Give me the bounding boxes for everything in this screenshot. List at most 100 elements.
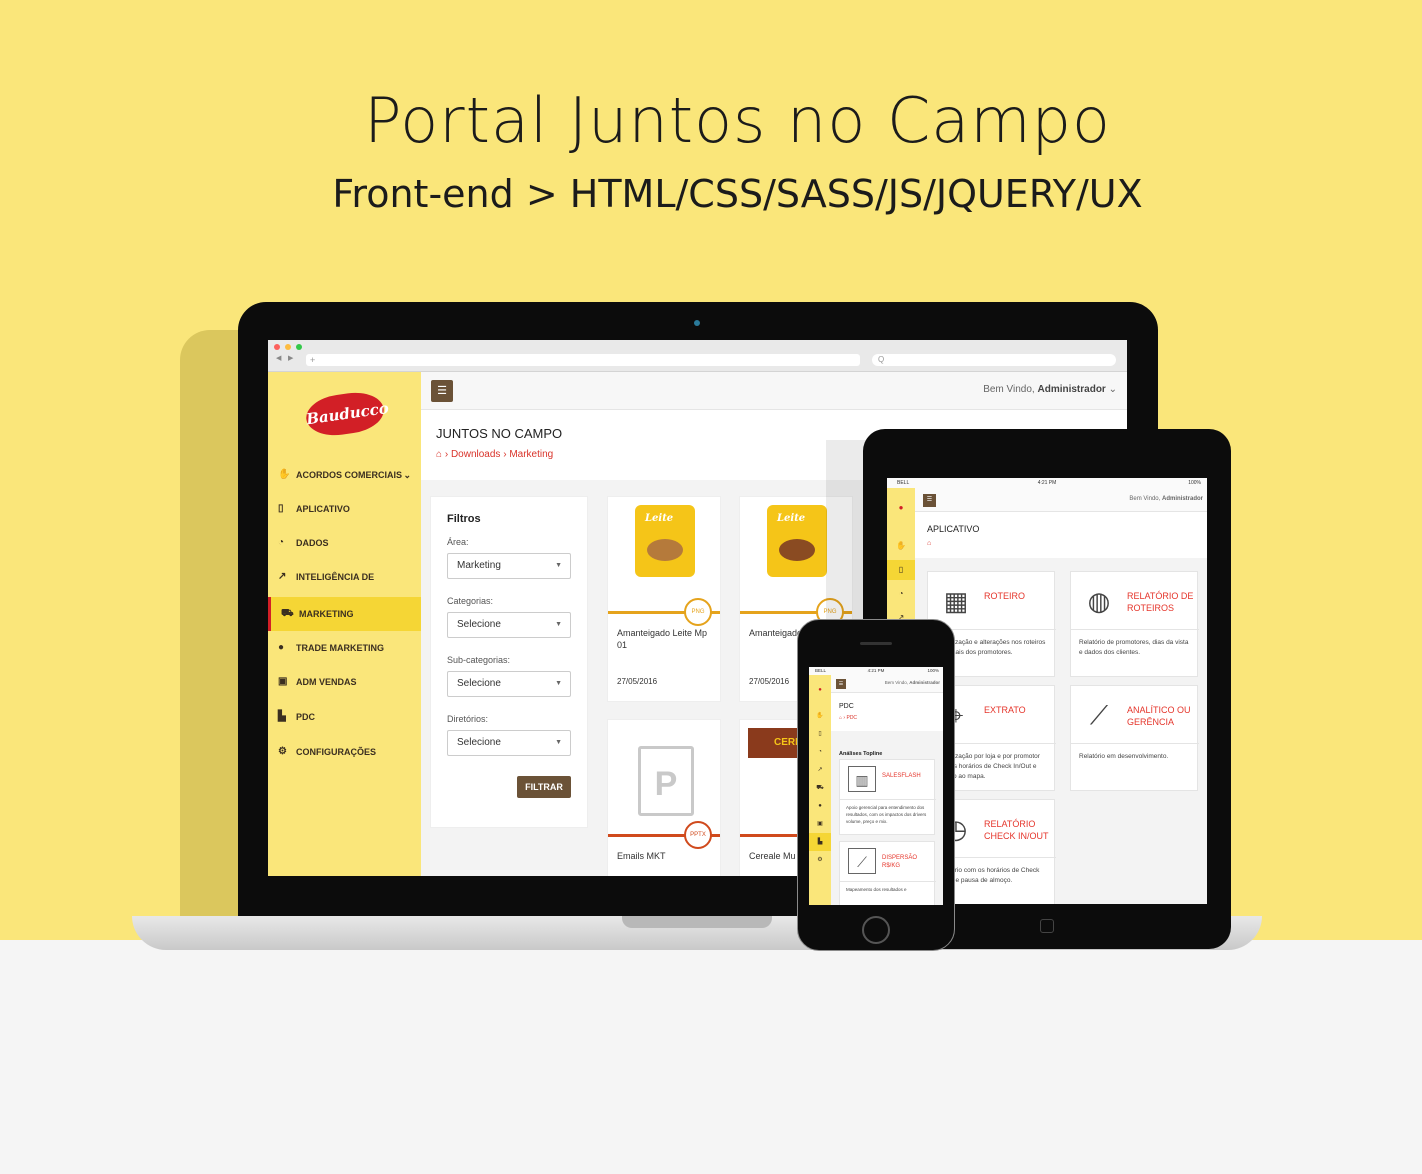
mobile-icon[interactable]: ▯ (809, 725, 831, 743)
pdc-card-dispersao[interactable]: ⟋ DISPERSÃO R$/KG Mapeamento dos resultad… (839, 841, 936, 905)
mobile-icon[interactable]: ▯ (887, 560, 915, 580)
briefcase-icon: ▣ (278, 676, 288, 687)
file-type-badge: PPTX (684, 821, 712, 849)
sidebar-item-label: TRADE MARKETING (296, 643, 384, 653)
sidebar: Bauducco ✋ ACORDOS COMERCIAIS ⌄ ▯ APLICA… (268, 372, 421, 876)
pdc-card-salesflash[interactable]: ▥ SALESFLASH Apoio gerencial para entendi… (839, 759, 936, 835)
subcategorias-label: Sub-categorias: (447, 655, 511, 665)
sidebar-item-marketing[interactable]: ⛟ MARKETING (268, 597, 421, 631)
sidebar-item-aplicativo[interactable]: ▯ APLICATIVO (268, 492, 421, 526)
bar-chart-icon[interactable]: ▙ (809, 833, 831, 851)
file-type-badge: PNG (684, 598, 712, 626)
file-card[interactable]: Leite PNG Amanteigado Leite Mp 01 27/05/… (607, 496, 721, 702)
handshake-icon[interactable]: ✋ (809, 707, 831, 725)
address-bar[interactable]: + (306, 354, 860, 366)
area-label: Área: (447, 537, 469, 547)
welcome-prefix: Bem Vindo, (1129, 496, 1161, 502)
phone-speaker (860, 642, 892, 645)
bauducco-logo[interactable]: Bauducco (303, 388, 390, 440)
card-title: EXTRATO (984, 705, 1026, 715)
subcategorias-select[interactable]: Selecione ▼ (447, 671, 571, 697)
cart-icon[interactable]: ⛟ (809, 779, 831, 797)
close-dot-icon[interactable] (274, 344, 280, 350)
card-title: ROTEIRO (984, 591, 1026, 601)
gear-icon[interactable]: ⚙ (809, 851, 831, 869)
diretorios-select-value: Selecione (457, 737, 501, 748)
user-menu[interactable]: Bem Vindo, Administrador ⌄ (983, 384, 1117, 395)
area-select[interactable]: Marketing ▼ (447, 553, 571, 579)
phone-home-button[interactable] (862, 916, 890, 944)
hamburger-menu-button[interactable]: ☰ (431, 380, 453, 402)
breadcrumb-pdc[interactable]: PDC (846, 715, 857, 721)
pack-label: Leite (645, 513, 674, 524)
phone-page-header: PDC ⌂ › PDC (831, 693, 943, 731)
hero-subtitle: Front-end > HTML/CSS/SASS/JS/JQUERY/UX (332, 172, 1143, 216)
sidebar-item-label: PDC (296, 712, 316, 722)
card-title: RELATÓRIO DE ROTEIROS (1127, 591, 1194, 613)
bauducco-logo-icon[interactable]: ● (887, 498, 915, 518)
globe-icon: ◍ (1087, 586, 1111, 616)
diretorios-select[interactable]: Selecione ▼ (447, 730, 571, 756)
maximize-dot-icon[interactable] (296, 344, 302, 350)
caret-down-icon: ▼ (555, 562, 562, 569)
app-card-analitico[interactable]: ⟋ ANALÍTICO OU GERÊNCIA Relatório em dese… (1070, 685, 1199, 791)
phone-topbar: ☰ Bem Vindo, Administrador (831, 675, 943, 693)
browser-search-field[interactable]: Q (872, 354, 1116, 366)
area-select-value: Marketing (457, 560, 501, 571)
sidebar-item-dados[interactable]: ◔ DADOS (268, 526, 421, 560)
calendar-icon: ▦ (943, 586, 969, 616)
hamburger-icon: ☰ (437, 385, 447, 397)
analytics-icon: ⟋ (1089, 700, 1109, 730)
sidebar-item-adm-vendas[interactable]: ▣ ADM VENDAS (268, 665, 421, 699)
card-description: Apoio gerencial para entendimento dos re… (846, 805, 927, 824)
sidebar-item-label: DADOS (296, 538, 329, 548)
back-arrow-icon[interactable]: ◀ (276, 354, 281, 362)
user-menu[interactable]: Bem Vindo, Administrador (1129, 496, 1203, 502)
dashboard-icon[interactable]: ◔ (887, 584, 915, 604)
sidebar-item-acordos-comerciais[interactable]: ✋ ACORDOS COMERCIAIS ⌄ (268, 458, 421, 492)
user-name: Administrador (1161, 496, 1203, 502)
user-name: Administrador (909, 680, 940, 685)
laptop-notch (622, 916, 772, 928)
line-chart-icon[interactable]: ↗ (809, 761, 831, 779)
sidebar-item-inteligencia-de-mercado[interactable]: ↗ INTELIGÊNCIA DE MERCADO (268, 560, 421, 616)
gear-icon: ⚙ (278, 746, 287, 757)
breadcrumb-marketing[interactable]: Marketing (509, 449, 553, 460)
breadcrumb-downloads[interactable]: Downloads (451, 449, 500, 460)
caret-down-icon: ▼ (555, 621, 562, 628)
user-menu[interactable]: Bem Vindo, Administrador (885, 680, 940, 685)
clock: 4:21 PM (1037, 480, 1057, 486)
handshake-icon[interactable]: ✋ (887, 536, 915, 556)
hamburger-icon[interactable]: ☰ (836, 679, 846, 689)
sidebar-item-label: ACORDOS COMERCIAIS (296, 470, 403, 480)
topbar: ☰ Bem Vindo, Administrador ⌄ (421, 372, 1127, 410)
tablet-topbar: ☰ Bem Vindo, Administrador (915, 488, 1207, 512)
filtrar-button[interactable]: FILTRAR (517, 776, 571, 798)
sidebar-item-pdc[interactable]: ▙ PDC (268, 700, 421, 734)
forward-arrow-icon[interactable]: ▶ (288, 354, 293, 362)
map-marker-icon: ● (278, 642, 285, 653)
page-title: APLICATIVO (927, 524, 980, 534)
breadcrumb: ⌂ › PDC (839, 715, 858, 721)
product-image: Leite (635, 505, 695, 577)
file-name: Amanteigado Leite Mp 01 (617, 628, 708, 650)
subcategorias-select-value: Selecione (457, 678, 501, 689)
dashboard-icon[interactable]: ◔ (809, 743, 831, 761)
briefcase-icon[interactable]: ▣ (809, 815, 831, 833)
minimize-dot-icon[interactable] (285, 344, 291, 350)
bauducco-logo-icon[interactable]: ● (809, 681, 831, 699)
categorias-select[interactable]: Selecione ▼ (447, 612, 571, 638)
tablet-home-button[interactable] (1040, 919, 1054, 933)
product-image: Leite (767, 505, 827, 577)
home-icon[interactable]: ⌂ (927, 540, 931, 547)
home-icon[interactable]: ⌂ (436, 449, 442, 460)
file-card[interactable]: P PPTX Emails MKT (607, 719, 721, 876)
pptx-file-icon: P (638, 746, 698, 818)
filters-panel: Filtros Área: Marketing ▼ Categorias: Se… (430, 496, 588, 828)
sidebar-item-configuracoes[interactable]: ⚙ CONFIGURAÇÕES (268, 735, 421, 769)
hamburger-icon[interactable]: ☰ (923, 494, 936, 507)
app-card-relatorio-roteiros[interactable]: ◍ RELATÓRIO DE ROTEIROS Relatório de prom… (1070, 571, 1199, 677)
sidebar-item-trade-marketing[interactable]: ● TRADE MARKETING (268, 631, 421, 665)
home-icon[interactable]: ⌂ (839, 715, 842, 721)
map-marker-icon[interactable]: ● (809, 797, 831, 815)
